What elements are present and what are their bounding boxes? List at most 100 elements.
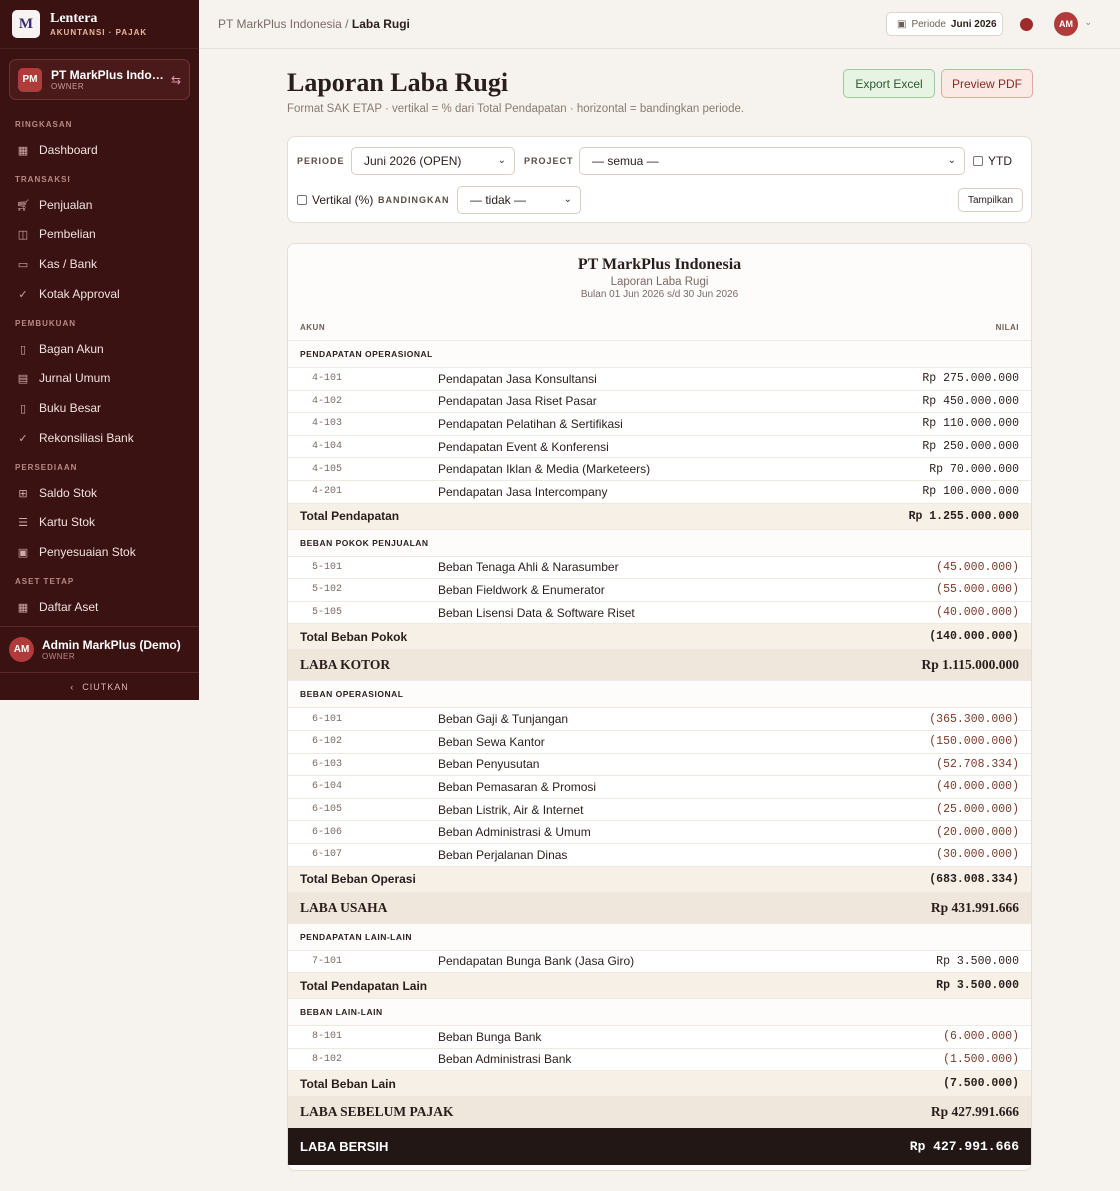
preview-pdf-button[interactable]: Preview PDF: [941, 69, 1033, 98]
filter-panel: PERIODE Juni 2026 (OPEN) ⌄ PROJECT — semu…: [287, 136, 1032, 223]
section-total-row: Total Beban Lain (7.500.000): [288, 1071, 1031, 1098]
breadcrumb-parent[interactable]: PT MarkPlus Indonesia: [218, 17, 342, 31]
account-row[interactable]: 5-101 Beban Tenaga Ahli & Narasumber (45.0…: [288, 557, 1031, 580]
breadcrumb: PT MarkPlus Indonesia / Laba Rugi: [218, 17, 410, 31]
account-row[interactable]: 5-102 Beban Fieldwork & Enumerator (55.000…: [288, 579, 1031, 602]
account-name: Beban Sewa Kantor: [438, 734, 545, 749]
check-icon: ✓: [18, 288, 28, 301]
account-row[interactable]: 6-107 Beban Perjalanan Dinas (30.000.000): [288, 844, 1031, 867]
account-code: 6-107: [312, 849, 343, 861]
sidebar-item-penyesuaian-stok[interactable]: ▣ Penyesuaian Stok: [16, 542, 136, 562]
sidebar-item-kartu-stok[interactable]: ☰ Kartu Stok: [16, 512, 95, 532]
account-value: (6.000.000): [943, 1030, 1019, 1044]
account-code: 4-101: [312, 373, 343, 385]
sidebar-item-kotak-approval[interactable]: ✓ Kotak Approval: [16, 284, 119, 304]
sidebar-item-daftar-aset[interactable]: ▦ Daftar Aset: [16, 597, 99, 617]
account-value: Rp 250.000.000: [922, 440, 1019, 454]
total-value: (7.500.000): [943, 1077, 1019, 1091]
section-header: PENDAPATAN OPERASIONAL: [288, 341, 1031, 368]
calendar-icon: ▣: [897, 18, 907, 30]
account-row[interactable]: 8-101 Beban Bunga Bank (6.000.000): [288, 1026, 1031, 1049]
sidebar-item-saldo-stok[interactable]: ⊞ Saldo Stok: [16, 483, 97, 503]
account-code: 4-105: [312, 463, 343, 475]
account-row[interactable]: 8-102 Beban Administrasi Bank (1.500.000): [288, 1049, 1031, 1072]
periode-label: PERIODE: [297, 156, 345, 166]
ytd-checkbox[interactable]: YTD: [973, 154, 1012, 168]
account-code: 6-105: [312, 804, 343, 816]
account-row[interactable]: 4-201 Pendapatan Jasa Intercompany Rp 100.…: [288, 481, 1031, 504]
export-excel-button[interactable]: Export Excel: [843, 69, 935, 98]
sidebar-item-rekonsiliasi-bank[interactable]: ✓ Rekonsiliasi Bank: [16, 428, 133, 448]
tampilkan-button[interactable]: Tampilkan: [958, 188, 1023, 212]
section-header: PENDAPATAN LAIN-LAIN: [288, 923, 1031, 951]
sidebar-item-pembelian[interactable]: ◫ Pembelian: [16, 224, 96, 244]
account-name: Pendapatan Bunga Bank (Jasa Giro): [438, 954, 635, 969]
sidebar-item-kas-bank[interactable]: ▭ Kas / Bank: [16, 254, 97, 274]
period-selector[interactable]: ▣ Periode Juni 2026: [886, 12, 1003, 36]
account-value: (365.300.000): [929, 712, 1019, 726]
brand[interactable]: M Lentera AKUNTANSI · PAJAK: [0, 0, 199, 49]
notification-dot[interactable]: [1020, 18, 1033, 31]
account-code: 4-201: [312, 486, 343, 498]
account-value: (25.000.000): [936, 803, 1019, 817]
account-code: 5-101: [312, 561, 343, 573]
summary-label: LABA KOTOR: [300, 657, 391, 673]
nav-section-transaksi: TRANSAKSI: [15, 175, 71, 184]
report-column-header: AKUN NILAI: [288, 315, 1031, 341]
account-row[interactable]: 4-101 Pendapatan Jasa Konsultansi Rp 275.0…: [288, 368, 1031, 391]
account-code: 4-102: [312, 395, 343, 407]
company-name: PT MarkPlus Indone...: [51, 68, 167, 82]
account-name: Pendapatan Jasa Intercompany: [438, 484, 608, 499]
account-code: 5-102: [312, 584, 343, 596]
user-profile[interactable]: AM Admin MarkPlus (Demo) OWNER: [0, 626, 199, 672]
nav-section-aset-tetap: ASET TETAP: [15, 577, 75, 586]
company-role: OWNER: [51, 82, 85, 91]
account-row[interactable]: 6-104 Beban Pemasaran & Promosi (40.000.00…: [288, 776, 1031, 799]
account-row[interactable]: 6-103 Beban Penyusutan (52.708.334): [288, 754, 1031, 777]
chevron-down-icon[interactable]: ⌄: [1084, 17, 1092, 28]
sidebar-item-dashboard[interactable]: ▦ Dashboard: [16, 140, 98, 160]
user-menu-avatar[interactable]: AM: [1054, 12, 1078, 36]
account-row[interactable]: 5-105 Beban Lisensi Data & Software Riset…: [288, 602, 1031, 625]
bandingkan-select[interactable]: — tidak — ⌄: [457, 186, 581, 214]
sidebar-item-jurnal-umum[interactable]: ▤ Jurnal Umum: [16, 368, 111, 388]
project-select[interactable]: — semua — ⌄: [579, 147, 965, 175]
account-name: Pendapatan Event & Konferensi: [438, 439, 609, 454]
account-row[interactable]: 6-105 Beban Listrik, Air & Internet (25.00…: [288, 799, 1031, 822]
list-icon: ☰: [18, 516, 28, 529]
periode-select[interactable]: Juni 2026 (OPEN) ⌄: [351, 147, 515, 175]
page-subtitle: Format SAK ETAP · vertikal = % dari Tota…: [287, 103, 745, 115]
section-header: BEBAN LAIN-LAIN: [288, 999, 1031, 1027]
company-switcher[interactable]: PM PT MarkPlus Indone... OWNER ⇆: [9, 59, 190, 100]
account-row[interactable]: 6-101 Beban Gaji & Tunjangan (365.300.000): [288, 708, 1031, 731]
account-value: (45.000.000): [936, 560, 1019, 574]
account-row[interactable]: 4-103 Pendapatan Pelatihan & Sertifikasi R…: [288, 413, 1031, 436]
report-header: PT MarkPlus Indonesia Laporan Laba Rugi …: [288, 244, 1031, 315]
collapse-sidebar-button[interactable]: ‹ CIUTKAN: [0, 672, 199, 700]
report-title: Laporan Laba Rugi: [610, 276, 709, 288]
account-code: 4-103: [312, 418, 343, 430]
brand-logo: M: [12, 10, 40, 38]
account-row[interactable]: 6-102 Beban Sewa Kantor (150.000.000): [288, 731, 1031, 754]
account-value: (1.500.000): [943, 1052, 1019, 1066]
summary-row: LABA KOTOR Rp 1.115.000.000: [288, 650, 1031, 682]
account-code: 7-101: [312, 955, 343, 967]
bandingkan-label: BANDINGKAN: [378, 195, 450, 205]
account-row[interactable]: 4-102 Pendapatan Jasa Riset Pasar Rp 450.0…: [288, 391, 1031, 414]
account-row[interactable]: 4-104 Pendapatan Event & Konferensi Rp 250…: [288, 436, 1031, 459]
account-row[interactable]: 7-101 Pendapatan Bunga Bank (Jasa Giro) Rp…: [288, 951, 1031, 974]
report-body: PENDAPATAN OPERASIONAL 4-101 Pendapatan Ja…: [288, 341, 1031, 1129]
account-row[interactable]: 6-106 Beban Administrasi & Umum (20.000.00…: [288, 821, 1031, 844]
account-row[interactable]: 4-105 Pendapatan Iklan & Media (Marketeer…: [288, 458, 1031, 481]
vertikal-checkbox[interactable]: Vertikal (%): [297, 193, 373, 207]
clipboard-icon: ▣: [17, 546, 29, 559]
sidebar-item-penjualan[interactable]: 🛒︎ Penjualan: [16, 195, 92, 215]
account-name: Beban Perjalanan Dinas: [438, 847, 568, 862]
account-code: 6-102: [312, 736, 343, 748]
sidebar-item-bagan-akun[interactable]: ▯ Bagan Akun: [16, 339, 104, 359]
account-value: (30.000.000): [936, 848, 1019, 862]
income-statement-report: PT MarkPlus Indonesia Laporan Laba Rugi …: [287, 243, 1032, 1171]
sidebar-item-buku-besar[interactable]: ▯ Buku Besar: [16, 398, 101, 418]
total-label: Total Pendapatan Lain: [300, 978, 428, 993]
check-icon: ✓: [18, 432, 28, 445]
